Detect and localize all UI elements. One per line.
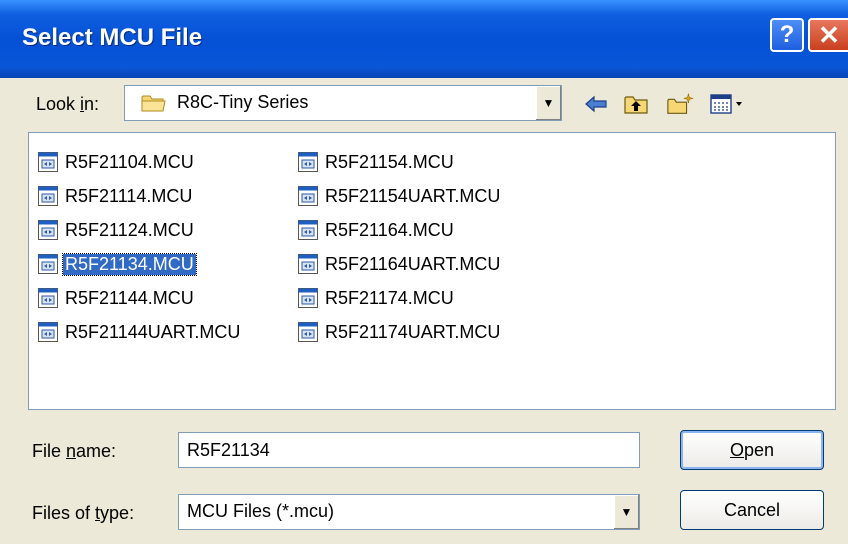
file-column-2: R5F21154.MCU R5F21154UART.MCU R5F21164.MCU… <box>297 145 502 349</box>
file-name-text: R5F21164UART.MCU <box>325 253 501 274</box>
file-list[interactable]: R5F21104.MCU R5F21114.MCU R5F21124.MCU R5F2… <box>28 132 836 410</box>
new-folder-button[interactable] <box>666 91 694 117</box>
file-name-text: R5F21114.MCU <box>65 185 193 206</box>
file-name-text: R5F21154.MCU <box>325 151 454 172</box>
close-icon: ✕ <box>818 19 840 50</box>
look-in-combobox[interactable]: R8C-Tiny Series ▼ <box>124 85 562 121</box>
mcu-file-icon <box>298 220 318 240</box>
file-name-text: R5F21164.MCU <box>325 219 454 240</box>
mcu-file-icon <box>298 322 318 342</box>
file-name-text: R5F21154UART.MCU <box>325 185 501 206</box>
up-one-level-button[interactable] <box>622 91 650 117</box>
close-button[interactable]: ✕ <box>808 18 848 52</box>
files-of-type-value: MCU Files (*.mcu) <box>187 501 334 521</box>
file-list-item[interactable]: R5F21114.MCU <box>37 179 242 213</box>
select-mcu-file-dialog: Select MCU File ? ✕ Look in: R8C-Tiny Se… <box>0 0 848 544</box>
mcu-file-icon <box>38 152 58 172</box>
files-of-type-label: Files of type: <box>32 503 135 523</box>
help-button[interactable]: ? <box>770 18 804 52</box>
file-name-text: R5F21124.MCU <box>65 219 194 240</box>
back-button[interactable] <box>582 91 610 117</box>
file-list-item[interactable]: R5F21164UART.MCU <box>297 247 502 281</box>
mcu-file-icon <box>38 288 58 308</box>
folder-icon <box>141 95 166 112</box>
file-name-input[interactable]: R5F21134 <box>178 432 640 468</box>
file-name-text: R5F21144UART.MCU <box>65 321 241 342</box>
view-menu-icon <box>710 94 742 114</box>
file-list-item[interactable]: R5F21144UART.MCU <box>37 315 242 349</box>
files-of-type-combobox[interactable]: MCU Files (*.mcu) ▼ <box>178 494 640 530</box>
help-icon: ? <box>779 21 795 48</box>
file-list-item[interactable]: R5F21144.MCU <box>37 281 242 315</box>
file-list-item[interactable]: R5F21164.MCU <box>297 213 502 247</box>
file-name-text: R5F21174UART.MCU <box>325 321 501 342</box>
mcu-file-icon <box>298 288 318 308</box>
file-list-item[interactable]: R5F21104.MCU <box>37 145 242 179</box>
view-menu-button[interactable] <box>708 91 750 117</box>
file-list-item[interactable]: R5F21154UART.MCU <box>297 179 502 213</box>
file-list-item[interactable]: R5F21154.MCU <box>297 145 502 179</box>
look-in-value: R8C-Tiny Series <box>177 92 309 112</box>
dialog-title: Select MCU File <box>22 24 203 51</box>
mcu-file-icon <box>38 254 58 274</box>
file-name-text: R5F21174.MCU <box>325 287 454 308</box>
file-list-item[interactable]: R5F21134.MCU <box>37 247 242 281</box>
up-folder-icon <box>624 96 648 114</box>
chevron-down-icon: ▼ <box>542 96 555 110</box>
mcu-file-icon <box>298 186 318 206</box>
look-in-dropdown-arrow[interactable]: ▼ <box>535 86 561 120</box>
file-name-label: File name: <box>32 441 117 461</box>
new-folder-icon <box>667 93 694 114</box>
chevron-down-icon: ▼ <box>620 505 633 519</box>
mcu-file-icon <box>298 152 318 172</box>
files-of-type-dropdown-arrow[interactable]: ▼ <box>613 495 639 529</box>
mcu-file-icon <box>298 254 318 274</box>
back-icon <box>585 95 607 113</box>
file-list-item[interactable]: R5F21124.MCU <box>37 213 242 247</box>
file-list-item[interactable]: R5F21174.MCU <box>297 281 502 315</box>
mcu-file-icon <box>38 186 58 206</box>
cancel-button[interactable]: Cancel <box>680 490 824 530</box>
look-in-label: Look in: <box>36 94 100 114</box>
file-name-text: R5F21104.MCU <box>65 151 194 172</box>
file-list-item[interactable]: R5F21174UART.MCU <box>297 315 502 349</box>
file-name-text: R5F21134.MCU <box>62 252 197 276</box>
file-column-1: R5F21104.MCU R5F21114.MCU R5F21124.MCU R5F2… <box>37 145 242 349</box>
open-button[interactable]: Open <box>680 430 824 470</box>
mcu-file-icon <box>38 322 58 342</box>
file-name-text: R5F21144.MCU <box>65 287 194 308</box>
mcu-file-icon <box>38 220 58 240</box>
title-bar[interactable]: Select MCU File ? ✕ <box>0 0 848 78</box>
